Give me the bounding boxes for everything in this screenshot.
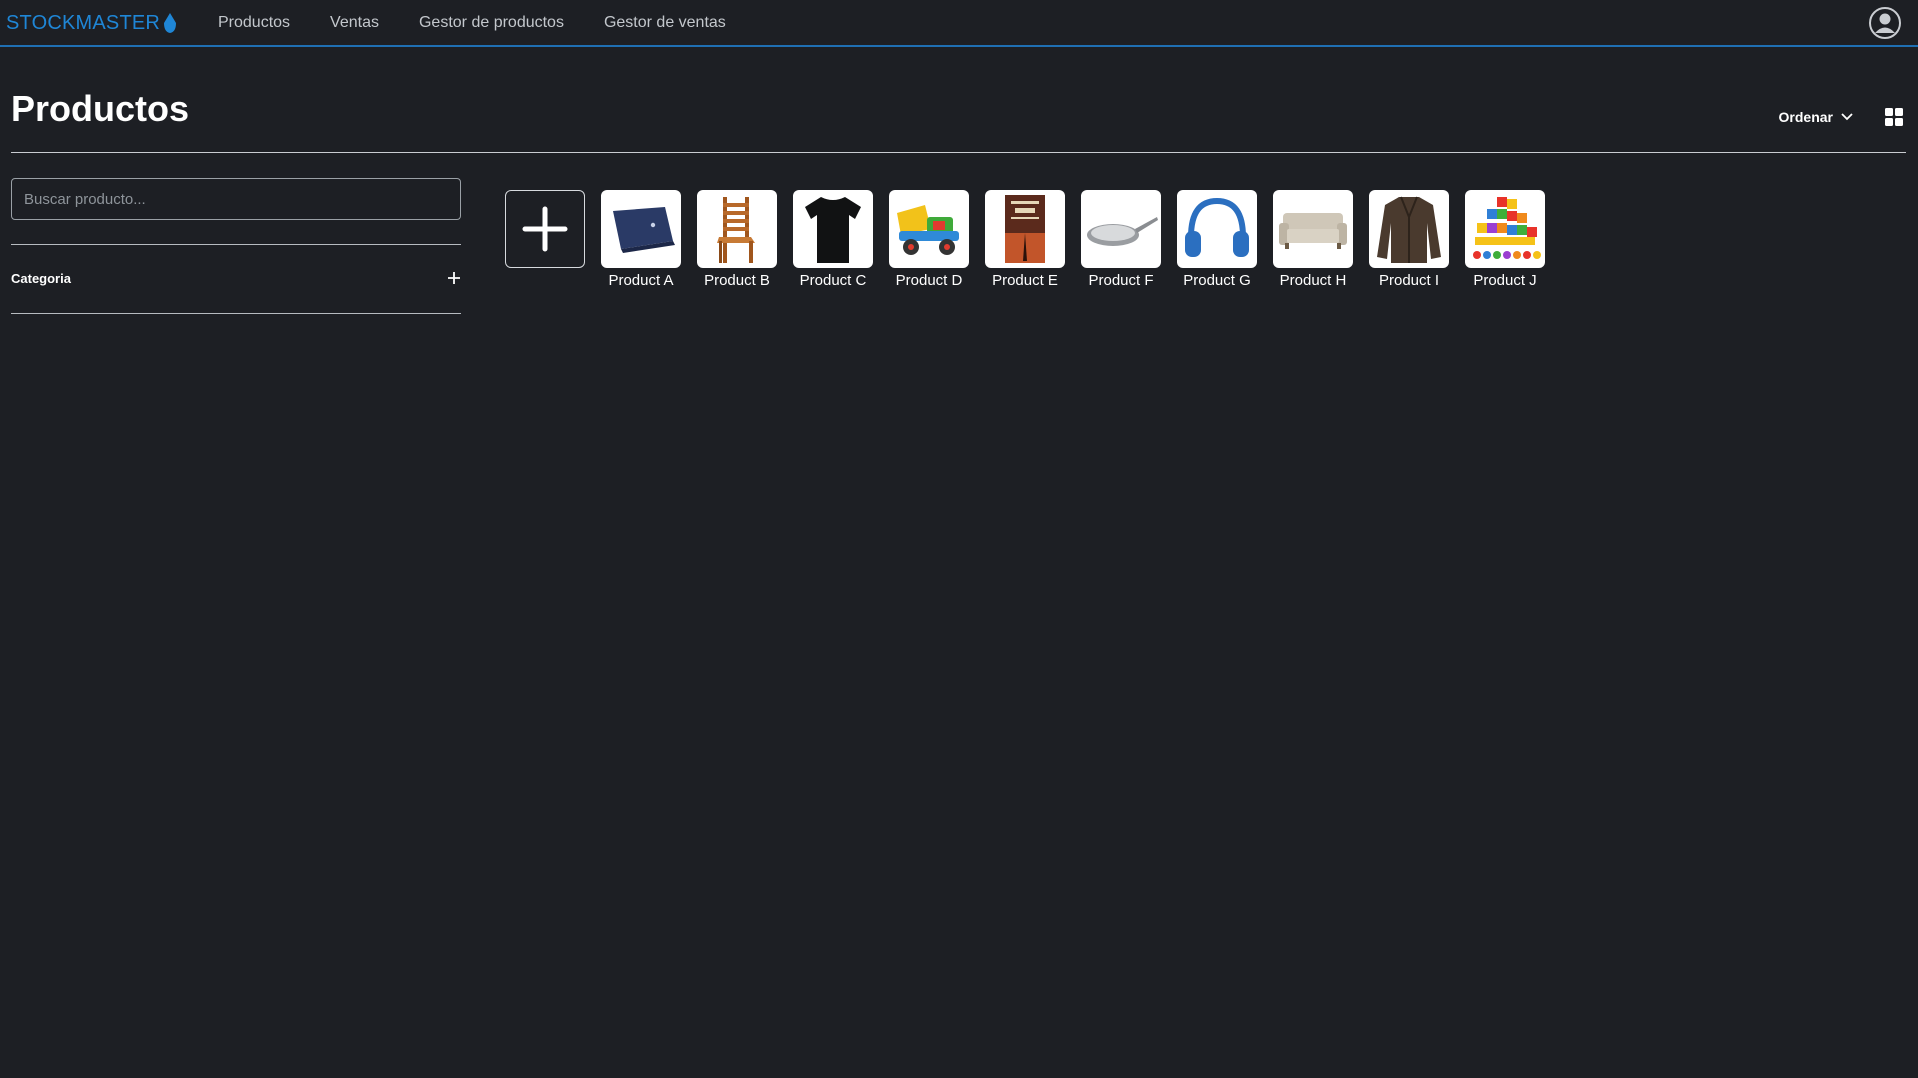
product-image bbox=[793, 190, 873, 268]
product-image bbox=[985, 190, 1065, 268]
nav-links: Productos Ventas Gestor de productos Ges… bbox=[218, 0, 726, 45]
top-navbar: STOCKMASTER Productos Ventas Gestor de p… bbox=[0, 0, 1918, 47]
product-image bbox=[1081, 190, 1161, 268]
header-divider bbox=[11, 152, 1906, 153]
drop-icon bbox=[164, 13, 177, 33]
product-image bbox=[889, 190, 969, 268]
sort-dropdown[interactable]: Ordenar bbox=[1779, 107, 1853, 127]
sort-label: Ordenar bbox=[1778, 109, 1833, 125]
category-filter-toggle[interactable]: Categoria bbox=[11, 263, 461, 293]
chair-icon bbox=[717, 197, 755, 263]
nav-link-gestor-productos[interactable]: Gestor de productos bbox=[419, 14, 564, 32]
tshirt-icon bbox=[805, 197, 861, 263]
brand-logo[interactable]: STOCKMASTER bbox=[6, 11, 177, 35]
jacket-icon bbox=[1377, 196, 1441, 263]
product-image bbox=[601, 190, 681, 268]
product-card[interactable]: Product I bbox=[1369, 190, 1449, 289]
product-name: Product E bbox=[992, 272, 1058, 289]
page-title: Productos bbox=[11, 88, 190, 129]
product-card[interactable]: Product C bbox=[793, 190, 873, 289]
product-name: Product F bbox=[1088, 272, 1154, 289]
grid-view-icon[interactable] bbox=[1882, 105, 1906, 129]
product-name: Product J bbox=[1473, 272, 1537, 289]
book-icon bbox=[1005, 195, 1045, 263]
product-grid: Product A Product B Product C Product D … bbox=[505, 190, 1545, 289]
product-name: Product A bbox=[608, 272, 674, 289]
product-name: Product C bbox=[799, 272, 867, 289]
product-image bbox=[1465, 190, 1545, 268]
product-card[interactable]: Product E bbox=[985, 190, 1065, 289]
add-product-button[interactable] bbox=[505, 190, 585, 268]
product-image bbox=[697, 190, 777, 268]
product-card[interactable]: Product D bbox=[889, 190, 969, 289]
brand-name: STOCKMASTER bbox=[6, 11, 161, 34]
nav-link-ventas[interactable]: Ventas bbox=[330, 14, 379, 32]
category-label: Categoria bbox=[11, 270, 71, 286]
chevron-down-icon bbox=[1841, 113, 1853, 121]
nav-link-gestor-ventas[interactable]: Gestor de ventas bbox=[604, 14, 726, 32]
sidebar-divider-bottom bbox=[11, 313, 461, 314]
search-input[interactable] bbox=[11, 178, 461, 220]
product-image bbox=[1273, 190, 1353, 268]
product-card[interactable]: Product H bbox=[1273, 190, 1353, 289]
product-card[interactable]: Product F bbox=[1081, 190, 1161, 289]
sofa-icon bbox=[1279, 213, 1347, 249]
product-image bbox=[1177, 190, 1257, 268]
user-account-icon[interactable] bbox=[1868, 6, 1902, 40]
product-card[interactable]: Product B bbox=[697, 190, 777, 289]
toy-truck-icon bbox=[897, 205, 959, 255]
product-image bbox=[1369, 190, 1449, 268]
product-name: Product B bbox=[704, 272, 770, 289]
product-name: Product I bbox=[1378, 272, 1440, 289]
plus-icon bbox=[522, 206, 568, 252]
frying-pan-icon bbox=[1087, 217, 1158, 246]
product-name: Product D bbox=[895, 272, 963, 289]
product-card[interactable]: Product J bbox=[1465, 190, 1545, 289]
product-name: Product H bbox=[1279, 272, 1347, 289]
product-card[interactable]: Product A bbox=[601, 190, 681, 289]
product-name: Product G bbox=[1183, 272, 1251, 289]
laptop-icon bbox=[613, 207, 675, 253]
toy-blocks-icon bbox=[1473, 197, 1541, 259]
sidebar-divider-top bbox=[11, 244, 461, 245]
headphones-icon bbox=[1185, 197, 1249, 257]
nav-link-productos[interactable]: Productos bbox=[218, 14, 290, 32]
product-card[interactable]: Product G bbox=[1177, 190, 1257, 289]
plus-icon bbox=[448, 272, 460, 284]
